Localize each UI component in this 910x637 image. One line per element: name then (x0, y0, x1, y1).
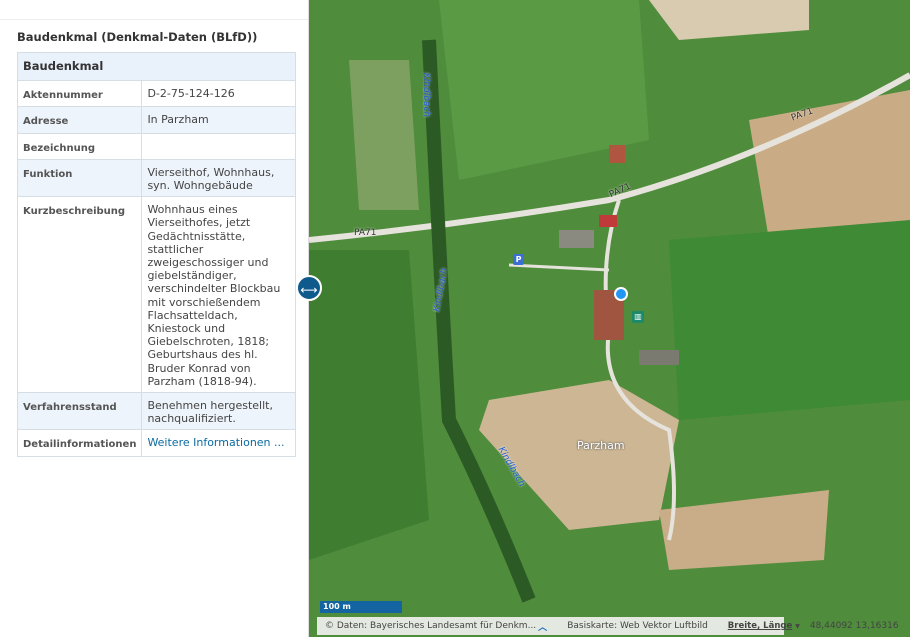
row-value (141, 132, 296, 160)
map-canvas[interactable]: PA71 PA71 PA71 Kindlbach Kindlbach Kindl… (309, 0, 910, 637)
table-row: Bezeichnung (16, 132, 296, 160)
creek-label: Kindlbach (421, 72, 432, 118)
panel-title: Baudenkmal (Denkmal-Daten (BLfD)) (17, 30, 258, 44)
row-key: Bezeichnung (16, 132, 143, 160)
coordinates-readout: 48,44092 13,16316 (809, 621, 899, 631)
table-row: Funktion Vierseithof, Wohnhaus, syn. Wohn… (16, 158, 296, 198)
aerial-imagery (309, 0, 910, 637)
row-key: Kurzbeschreibung (16, 196, 143, 394)
chevron-up-icon[interactable]: ︿ (538, 620, 547, 633)
more-info-link[interactable]: Weitere Informationen ... (147, 436, 284, 449)
monument-icon[interactable]: ▥ (632, 311, 644, 323)
table-row: Kurzbeschreibung Wohnhaus eines Vierseith… (16, 196, 296, 394)
table-row: Adresse In Parzham (16, 106, 296, 134)
row-key: Detailinformationen (16, 429, 143, 457)
row-key: Aktennummer (16, 80, 143, 108)
row-value: Benehmen hergestellt, nachqualifiziert. (141, 392, 296, 431)
row-value: D-2-75-124-126 (141, 80, 296, 108)
road-label: PA71 (354, 228, 377, 238)
scale-bar: 100 m (320, 601, 402, 613)
row-value: In Parzham (141, 106, 296, 134)
crs-dropdown[interactable]: Breite, Länge (728, 621, 792, 631)
panel-toggle-button[interactable]: ⟷ (296, 275, 322, 301)
table-header: Baudenkmal (17, 51, 296, 82)
basemap-label: Basiskarte: Web Vektor Luftbild (567, 621, 708, 631)
place-label: Parzham (577, 439, 625, 452)
row-value: Vierseithof, Wohnhaus, syn. Wohngebäude (141, 158, 296, 198)
location-marker[interactable] (614, 287, 628, 301)
caret-down-icon[interactable]: ▼ (795, 623, 800, 630)
row-key: Verfahrensstand (16, 392, 143, 431)
row-value: Wohnhaus eines Vierseithofes, jetzt Gedä… (141, 196, 296, 394)
arrows-left-right-icon: ⟷ (300, 283, 318, 297)
panel-topbar (0, 0, 308, 20)
map-footer: © Daten: Bayerisches Landesamt für Denkm… (317, 617, 899, 635)
table-row: Detailinformationen Weitere Informationen… (16, 429, 296, 457)
attribution-text: © Daten: Bayerisches Landesamt für Denkm… (325, 621, 537, 631)
table-row: Aktennummer D-2-75-124-126 (16, 80, 296, 108)
parking-icon[interactable]: P (513, 254, 524, 265)
monument-table: Baudenkmal Aktennummer D-2-75-124-126 Adr… (16, 51, 296, 457)
table-row: Verfahrensstand Benehmen hergestellt, nac… (16, 392, 296, 431)
row-key: Adresse (16, 106, 143, 134)
row-key: Funktion (16, 158, 143, 198)
info-panel: Baudenkmal (Denkmal-Daten (BLfD)) Bauden… (0, 0, 309, 637)
